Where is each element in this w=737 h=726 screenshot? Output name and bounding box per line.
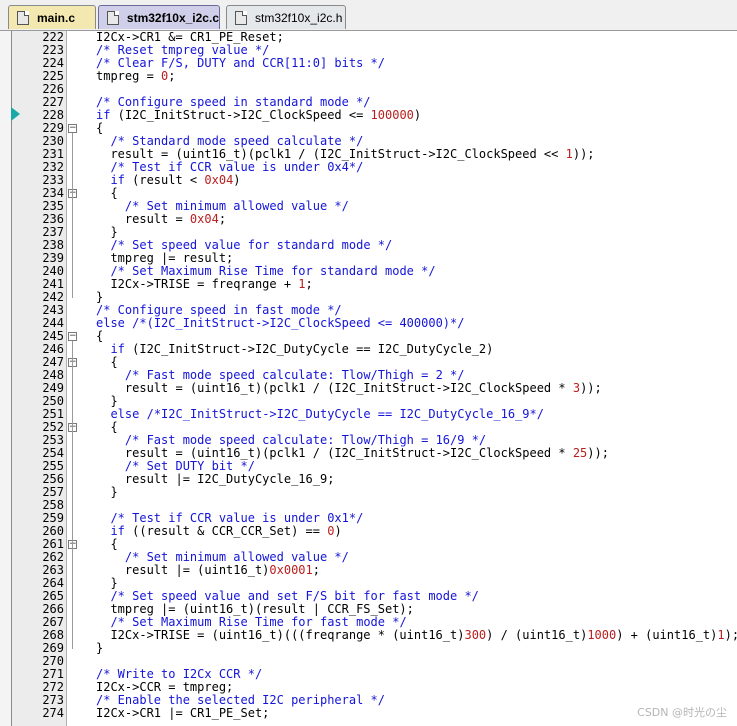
tab-stm32f10x-i2c-c[interactable]: stm32f10x_i2c.c — [98, 5, 220, 29]
watermark: CSDN @时光の尘 — [637, 706, 727, 719]
fold-guide — [72, 367, 73, 402]
code-text: I2Cx->CR1 |= CR1_PE_Set; — [96, 706, 270, 720]
code-line[interactable]: 268 I2Cx->TRISE = (uint16_t)(((freqrange… — [0, 629, 737, 642]
fold-toggle-icon[interactable]: − — [68, 332, 77, 341]
tab-label: stm32f10x_i2c.c — [126, 10, 219, 25]
tab-label: stm32f10x_i2c.h — [255, 10, 343, 25]
code-text: } — [96, 641, 104, 655]
code-text: tmpreg = 0; — [96, 69, 176, 83]
code-line[interactable]: 228 if (I2C_InitStruct->I2C_ClockSpeed <=… — [0, 109, 737, 122]
fold-toggle-icon[interactable]: − — [68, 124, 77, 133]
code-text: if (I2C_InitStruct->I2C_DutyCycle == I2C… — [110, 342, 494, 356]
tab-stm32f10x-i2c-h[interactable]: stm32f10x_i2c.h — [226, 5, 346, 29]
code-line[interactable]: 225 tmpreg = 0; — [0, 70, 737, 83]
file-tab-bar: main.c stm32f10x_i2c.c stm32f10x_i2c.h — [0, 0, 737, 31]
code-text: else /*I2C_InitStruct->I2C_DutyCycle == … — [110, 407, 544, 421]
code-text: if (I2C_InitStruct->I2C_ClockSpeed <= 10… — [96, 108, 422, 122]
code-line[interactable]: 244 else /*(I2C_InitStruct->I2C_ClockSpee… — [0, 317, 737, 330]
file-icon — [107, 10, 119, 25]
code-line[interactable]: 269} — [0, 642, 737, 655]
tab-main-c[interactable]: main.c — [8, 5, 96, 29]
fold-guide — [72, 432, 73, 493]
code-line[interactable]: 241 I2Cx->TRISE = freqrange + 1; — [0, 278, 737, 291]
code-line[interactable]: 257 } — [0, 486, 737, 499]
code-text: result |= (uint16_t)0x0001; — [96, 563, 320, 577]
code-text: I2Cx->TRISE = (uint16_t)(((freqrange * (… — [96, 628, 737, 642]
code-line[interactable]: 274 I2Cx->CR1 |= CR1_PE_Set; — [0, 707, 737, 720]
code-text: result = (uint16_t)(pclk1 / (I2C_InitStr… — [96, 381, 602, 395]
fold-guide — [72, 549, 73, 584]
file-icon — [235, 10, 247, 25]
file-icon — [17, 10, 29, 25]
code-text: I2Cx->TRISE = freqrange + 1; — [96, 277, 313, 291]
line-number: 274 — [42, 706, 64, 720]
code-text: result |= I2C_DutyCycle_16_9; — [96, 472, 335, 486]
code-text: } — [96, 485, 118, 499]
code-text: if ((result & CCR_CCR_Set) == 0) — [110, 524, 342, 538]
fold-guide — [72, 198, 73, 233]
code-text: else /*(I2C_InitStruct->I2C_ClockSpeed <… — [96, 316, 465, 330]
tab-label: main.c — [37, 10, 76, 25]
